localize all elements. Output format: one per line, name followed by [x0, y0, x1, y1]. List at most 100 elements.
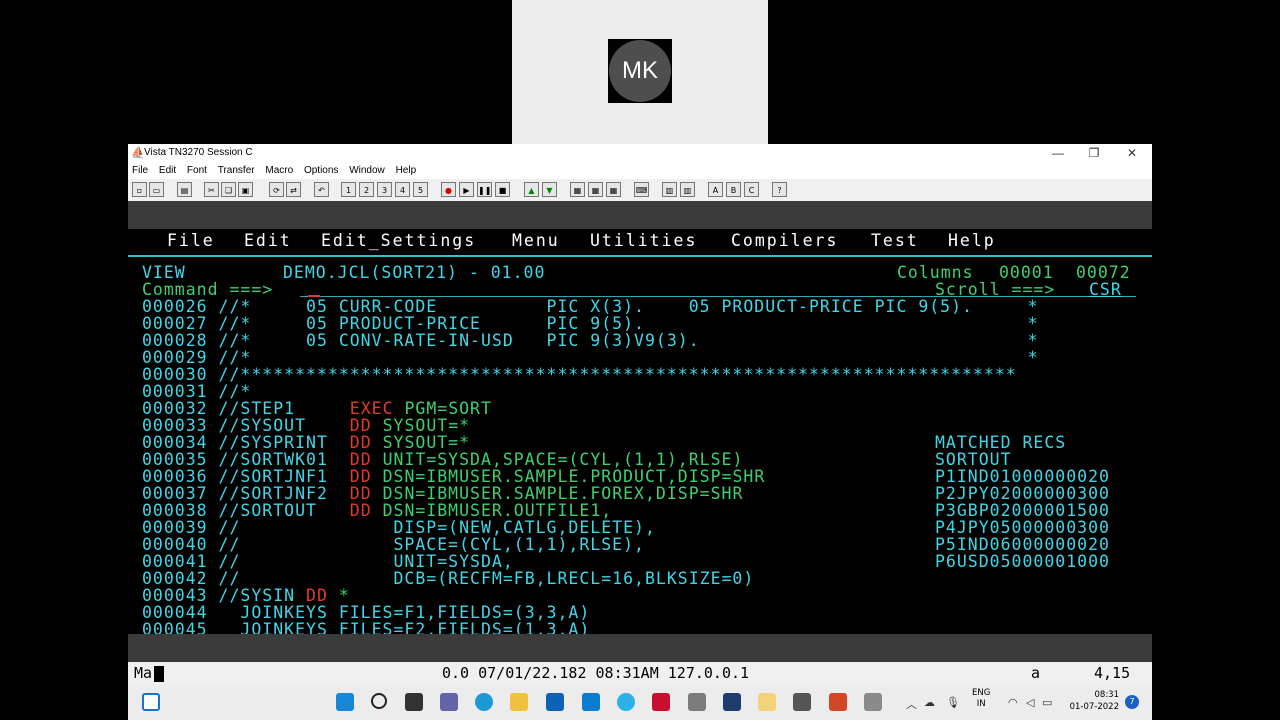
macro-5-button[interactable]: 5 — [413, 182, 428, 197]
microphone-icon[interactable]: 🎙 — [946, 696, 960, 709]
key-a-button[interactable]: A — [708, 182, 723, 197]
minimize-button[interactable]: — — [1040, 144, 1076, 162]
macro-1-button[interactable]: 1 — [341, 182, 356, 197]
wifi-icon[interactable]: ◠ — [1008, 696, 1018, 709]
source-line[interactable]: 000041 // UNIT=SYSDA, — [142, 553, 514, 570]
vista-session-icon[interactable] — [864, 693, 882, 711]
paste-icon[interactable]: ▣ — [238, 182, 253, 197]
store-icon[interactable] — [546, 693, 564, 711]
ispf-menu-utilities[interactable]: Utilities — [590, 231, 697, 250]
source-line[interactable]: 000029 //* * — [142, 349, 1039, 366]
arrow-down-icon[interactable]: ▼ — [542, 182, 557, 197]
file-explorer-icon[interactable] — [510, 693, 528, 711]
calculator-icon[interactable] — [793, 693, 811, 711]
source-line[interactable]: 000035 //SORTWK01 DD UNIT=SYSDA,SPACE=(C… — [142, 451, 743, 468]
source-line[interactable]: 000038 //SORTOUT DD DSN=IBMUSER.OUTFILE1… — [142, 502, 612, 519]
powerpoint-icon[interactable] — [829, 693, 847, 711]
screen-3-icon[interactable]: ▦ — [606, 182, 621, 197]
source-line[interactable]: 000033 //SYSOUT DD SYSOUT=* — [142, 417, 470, 434]
chevron-up-icon[interactable]: ︿ — [906, 696, 917, 712]
language-indicator[interactable]: ENG IN — [972, 688, 990, 710]
copy-icon[interactable]: ❏ — [221, 182, 236, 197]
chat-icon[interactable] — [440, 693, 458, 711]
ispf-menu-help[interactable]: Help — [948, 231, 996, 250]
key-b-button[interactable]: B — [726, 182, 741, 197]
webex-icon[interactable] — [723, 693, 741, 711]
scroll-value[interactable]: CSR — [1089, 281, 1122, 298]
key-c-button[interactable]: C — [744, 182, 759, 197]
app-icon-weather[interactable] — [617, 693, 635, 711]
source-line[interactable]: 000037 //SORTJNF2 DD DSN=IBMUSER.SAMPLE.… — [142, 485, 743, 502]
mcafee-icon[interactable] — [652, 693, 670, 711]
macro-book-icon[interactable]: ▥ — [662, 182, 677, 197]
ispf-menu-edit[interactable]: Edit — [244, 231, 292, 250]
open-icon[interactable]: ▭ — [149, 182, 164, 197]
menu-file[interactable]: File — [132, 165, 148, 176]
folder-icon[interactable] — [758, 693, 776, 711]
terminal-screen[interactable]: File Edit Edit_Settings Menu Utilities C… — [128, 229, 1152, 638]
source-line[interactable]: 000026 //* 05 CURR-CODE PIC X(3). 05 PRO… — [142, 298, 1039, 315]
menu-edit[interactable]: Edit — [159, 165, 176, 176]
cloud-icon[interactable]: ☁ — [924, 696, 935, 709]
source-line[interactable]: 000032 //STEP1 EXEC PGM=SORT — [142, 400, 492, 417]
source-line[interactable]: 000044 JOINKEYS FILES=F1,FIELDS=(3,3,A) — [142, 604, 590, 621]
refresh-icon[interactable]: ⟳ — [269, 182, 284, 197]
print-icon[interactable]: ▤ — [177, 182, 192, 197]
widgets-icon[interactable] — [142, 693, 160, 711]
notification-badge[interactable]: 7 — [1125, 695, 1139, 709]
vista-tn3270-icon[interactable] — [688, 693, 706, 711]
cursor-position: 4,15 — [1094, 664, 1131, 682]
menu-window[interactable]: Window — [349, 165, 385, 176]
new-icon[interactable]: ▫ — [132, 182, 147, 197]
record-icon[interactable]: ● — [441, 182, 456, 197]
matched-record: P5IND06000000020 — [935, 535, 1110, 554]
reconnect-icon[interactable]: ⇄ — [286, 182, 301, 197]
menu-font[interactable]: Font — [187, 165, 207, 176]
source-line[interactable]: 000040 // SPACE=(CYL,(1,1),RLSE), — [142, 536, 645, 553]
edge-icon[interactable] — [475, 693, 493, 711]
source-line[interactable]: 000036 //SORTJNF1 DD DSN=IBMUSER.SAMPLE.… — [142, 468, 765, 485]
screen-2-icon[interactable]: ▦ — [588, 182, 603, 197]
macro-edit-icon[interactable]: ▥ — [680, 182, 695, 197]
command-label: Command ===> — [142, 280, 274, 299]
menu-transfer[interactable]: Transfer — [218, 165, 255, 176]
source-line[interactable]: 000042 // DCB=(RECFM=FB,LRECL=16,BLKSIZE… — [142, 570, 754, 587]
screen-1-icon[interactable]: ▦ — [570, 182, 585, 197]
play-icon[interactable]: ▶ — [459, 182, 474, 197]
pause-icon[interactable]: ❚❚ — [477, 182, 492, 197]
app-icon-blue[interactable] — [582, 693, 600, 711]
ispf-menu-file[interactable]: File — [167, 231, 215, 250]
macro-4-button[interactable]: 4 — [395, 182, 410, 197]
task-view-icon[interactable] — [405, 693, 423, 711]
source-line[interactable]: 000043 //SYSIN DD * — [142, 587, 350, 604]
source-line[interactable]: 000034 //SYSPRINT DD SYSOUT=* — [142, 434, 470, 451]
arrow-up-icon[interactable]: ▲ — [524, 182, 539, 197]
keyboard-icon[interactable]: ⌨ — [634, 182, 649, 197]
title-bar: ⛵ Vista TN3270 Session C — ❐ ✕ — [128, 144, 1152, 162]
source-line[interactable]: 000030 //*******************************… — [142, 366, 1017, 383]
cut-icon[interactable]: ✂ — [204, 182, 219, 197]
macro-3-button[interactable]: 3 — [377, 182, 392, 197]
ispf-menu-edit-settings[interactable]: Edit_Settings — [321, 231, 476, 250]
ispf-menu-compilers[interactable]: Compilers — [731, 231, 838, 250]
ispf-menu-menu[interactable]: Menu — [512, 231, 560, 250]
close-button[interactable]: ✕ — [1114, 144, 1150, 162]
battery-icon[interactable]: ▭ — [1042, 696, 1052, 709]
source-line[interactable]: 000028 //* 05 CONV-RATE-IN-USD PIC 9(3)V… — [142, 332, 1039, 349]
menu-help[interactable]: Help — [396, 165, 417, 176]
stop-icon[interactable]: ■ — [495, 182, 510, 197]
menu-macro[interactable]: Macro — [265, 165, 293, 176]
source-line[interactable]: 000039 // DISP=(NEW,CATLG,DELETE), — [142, 519, 656, 536]
clock[interactable]: 08:31 01-07-2022 — [1063, 689, 1119, 713]
start-icon[interactable] — [336, 693, 354, 711]
menu-options[interactable]: Options — [304, 165, 338, 176]
macro-2-button[interactable]: 2 — [359, 182, 374, 197]
search-icon[interactable] — [371, 693, 387, 709]
speaker-icon[interactable]: ◁ — [1026, 696, 1034, 709]
help-button[interactable]: ? — [772, 182, 787, 197]
source-line[interactable]: 000027 //* 05 PRODUCT-PRICE PIC 9(5). * — [142, 315, 1039, 332]
source-line[interactable]: 000031 //* — [142, 383, 251, 400]
ispf-menu-test[interactable]: Test — [871, 231, 919, 250]
restore-button[interactable]: ❐ — [1076, 144, 1112, 162]
undo-icon[interactable]: ↶ — [314, 182, 329, 197]
